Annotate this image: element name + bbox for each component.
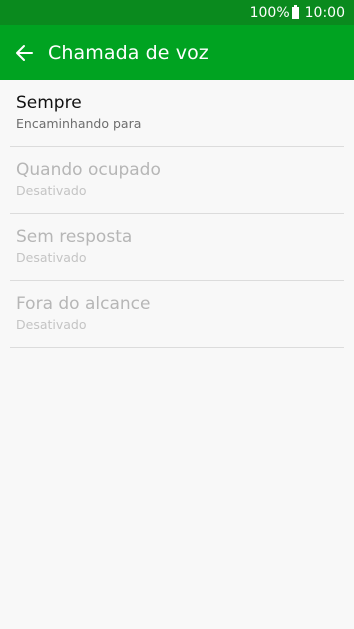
list-item-quando-ocupado: Quando ocupado Desativado — [10, 147, 344, 214]
back-button[interactable] — [0, 25, 48, 80]
battery-icon — [291, 5, 299, 19]
app-bar: Chamada de voz — [0, 25, 354, 80]
list-item-title: Quando ocupado — [16, 160, 161, 180]
list-item-subtitle: Desativado — [16, 317, 87, 332]
page-title: Chamada de voz — [48, 41, 209, 64]
list-item-subtitle: Desativado — [16, 183, 87, 198]
list-item-subtitle: Encaminhando para — [16, 116, 142, 131]
status-bar: 100% 10:00 — [0, 0, 354, 25]
list-item-fora-do-alcance: Fora do alcance Desativado — [10, 281, 344, 348]
arrow-left-icon — [16, 44, 33, 61]
list-item-title: Fora do alcance — [16, 294, 151, 314]
forwarding-options-list: Sempre Encaminhando para Quando ocupado … — [10, 80, 344, 348]
list-item-sempre[interactable]: Sempre Encaminhando para — [10, 80, 344, 147]
list-item-sem-resposta: Sem resposta Desativado — [10, 214, 344, 281]
battery-percentage: 100% — [249, 4, 290, 21]
list-item-subtitle: Desativado — [16, 250, 87, 265]
list-item-title: Sem resposta — [16, 227, 133, 247]
list-item-title: Sempre — [16, 93, 82, 113]
clock: 10:00 — [304, 4, 345, 21]
